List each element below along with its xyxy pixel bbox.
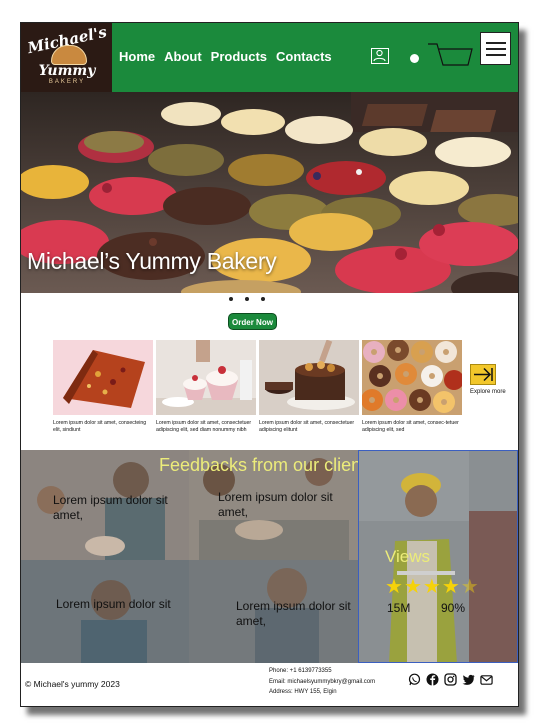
product-caption: Lorem ipsum dolor sit amet, consectetuer… <box>156 420 252 433</box>
contact-info: Phone: +1 6139773355 Email: michaelsyumm… <box>269 666 375 698</box>
star-empty-icon: ★ <box>460 576 479 598</box>
facebook-icon[interactable] <box>426 673 439 686</box>
page-frame: Michael's Yummy BAKERY Home About Produc… <box>20 22 519 707</box>
feedback-text: Lorem ipsum dolor sit amet, <box>53 493 168 522</box>
views-percent: 90% <box>441 601 466 615</box>
twitter-icon[interactable] <box>462 673 475 686</box>
star-filled-icon: ★ <box>441 576 460 598</box>
star-filled-icon: ★ <box>422 576 441 598</box>
mail-icon[interactable] <box>480 673 493 686</box>
hero-banner: Michael’s Yummy Bakery <box>21 92 518 293</box>
product-card[interactable]: Lorem ipsum dolor sit amet, consectetuer… <box>259 340 359 433</box>
arrow-right-icon[interactable] <box>470 364 496 385</box>
product-card[interactable]: Lorem ipsum dolor sit amet, consecteing … <box>53 340 153 433</box>
star-filled-icon: ★ <box>385 576 403 598</box>
product-caption: Lorem ipsum dolor sit amet, consec-tetue… <box>362 420 459 433</box>
feedback-section-title: Feedbacks from our clients <box>159 455 376 475</box>
main-menu: Home About Products Contacts <box>119 49 332 64</box>
nav-link-contacts[interactable]: Contacts <box>276 49 332 64</box>
feedback-card: Lorem ipsum dolor sit amet, <box>189 560 358 663</box>
explore-more-label: Explore more <box>470 389 506 395</box>
feedback-section: Lorem ipsum dolor sit amet, Lorem ipsum … <box>21 450 518 663</box>
brand-logo[interactable]: Michael's Yummy BAKERY <box>21 23 112 92</box>
hamburger-menu-icon[interactable] <box>480 32 511 65</box>
feedback-text: Lorem ipsum dolor sit <box>56 597 171 611</box>
nav-link-home[interactable]: Home <box>119 49 155 64</box>
star-rating: ★ ★ ★ ★ ★ <box>385 577 479 597</box>
chocolate-cake-image <box>259 340 359 415</box>
views-panel: Views ★ ★ ★ ★ ★ 15M 90% <box>358 450 518 663</box>
nav-link-about[interactable]: About <box>164 49 202 64</box>
order-now-button[interactable]: Order Now <box>228 313 277 330</box>
address-text: Address: HWY 155, Elgin <box>269 689 337 695</box>
feedback-text: Lorem ipsum dolor sit amet, <box>236 599 351 628</box>
carousel-dot[interactable] <box>245 297 249 301</box>
cupcakes-image <box>156 340 256 415</box>
top-navigation-bar: Michael's Yummy BAKERY Home About Produc… <box>21 23 518 92</box>
footer: © Michael's yummy 2023 Phone: +1 6139773… <box>21 663 518 706</box>
donuts-image <box>362 340 462 415</box>
logo-text-line3: BAKERY <box>48 79 86 85</box>
product-card[interactable]: Lorem ipsum dolor sit amet, consectetuer… <box>156 340 256 433</box>
instagram-icon[interactable] <box>444 673 457 686</box>
bread-icon <box>51 45 87 65</box>
feedback-card: Lorem ipsum dolor sit <box>21 560 189 663</box>
fruit-loaf-cake-image <box>53 340 153 415</box>
logo-text-line2: Yummy <box>38 63 96 79</box>
feedback-text: Lorem ipsum dolor sit amet, <box>218 490 333 519</box>
email-text: Email: michaelsyummybkry@gmail.com <box>269 678 376 685</box>
social-links <box>408 673 493 686</box>
cart-icon[interactable] <box>427 41 473 69</box>
product-caption: Lorem ipsum dolor sit amet, consectetuer… <box>259 420 355 433</box>
views-title: Views <box>385 547 431 566</box>
user-icon[interactable] <box>371 48 389 64</box>
nav-link-products[interactable]: Products <box>211 49 267 64</box>
dot-icon[interactable] <box>410 54 419 63</box>
product-caption: Lorem ipsum dolor sit amet, consecteing … <box>53 420 147 433</box>
carousel-dots <box>229 297 265 301</box>
star-filled-icon: ★ <box>403 576 422 598</box>
explore-more-button[interactable]: Explore more <box>470 364 506 395</box>
copyright-text: © Michael's yummy 2023 <box>25 679 120 689</box>
carousel-dot[interactable] <box>229 297 233 301</box>
product-card[interactable]: Lorem ipsum dolor sit amet, consec-tetue… <box>362 340 462 433</box>
whatsapp-icon[interactable] <box>408 673 421 686</box>
views-count: 15M <box>387 601 411 615</box>
carousel-dot[interactable] <box>261 297 265 301</box>
hero-title: Michael’s Yummy Bakery <box>27 248 277 274</box>
worker-photo <box>359 451 517 662</box>
phone-text: Phone: +1 6139773355 <box>269 668 332 674</box>
